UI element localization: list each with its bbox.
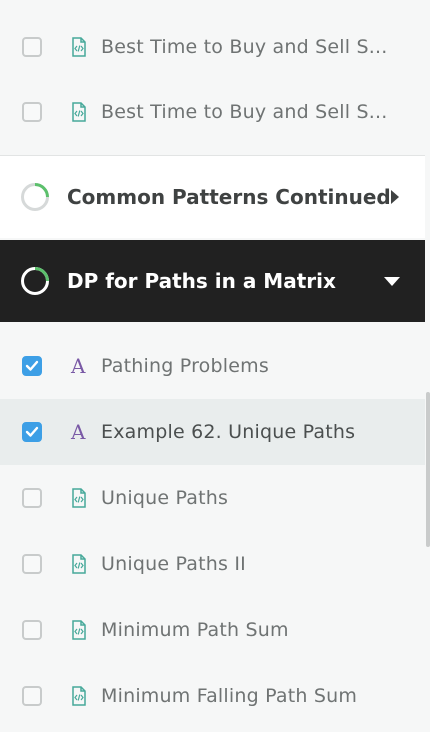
chevron-right-icon[interactable] (389, 189, 401, 205)
code-file-icon (72, 686, 86, 706)
item-label: Example 62. Unique Paths (101, 421, 356, 443)
checkbox-checked[interactable] (22, 356, 42, 376)
code-file-icon (72, 37, 86, 57)
checkbox-checked[interactable] (22, 422, 42, 442)
section-header-common-patterns[interactable]: Common Patterns Continued (0, 155, 425, 238)
item-label: Best Time to Buy and Sell S... (101, 36, 388, 58)
article-icon: A (71, 420, 86, 444)
list-item[interactable]: Minimum Falling Path Sum (0, 663, 425, 729)
chevron-down-icon[interactable] (383, 275, 401, 287)
check-icon (25, 426, 39, 437)
progress-ring-icon (21, 183, 49, 211)
checkbox[interactable] (22, 554, 42, 574)
list-item[interactable]: A Pathing Problems (0, 333, 425, 399)
list-item[interactable]: Best Time to Buy and Sell S... (0, 79, 425, 145)
item-label: Best Time to Buy and Sell S... (101, 101, 388, 123)
code-file-icon (72, 488, 86, 508)
code-file-icon (72, 620, 86, 640)
code-file-icon (72, 554, 86, 574)
section-title: Common Patterns Continued (67, 185, 391, 209)
section-title: DP for Paths in a Matrix (67, 269, 336, 293)
checkbox[interactable] (22, 102, 42, 122)
list-item-active[interactable]: A Example 62. Unique Paths (0, 399, 425, 465)
checkbox[interactable] (22, 37, 42, 57)
item-label: Unique Paths II (101, 553, 246, 575)
list-item[interactable]: Unique Paths II (0, 531, 425, 597)
checkbox[interactable] (22, 620, 42, 640)
checkbox[interactable] (22, 686, 42, 706)
list-item[interactable]: Unique Paths (0, 465, 425, 531)
checkbox[interactable] (22, 488, 42, 508)
scrollbar-thumb[interactable] (426, 392, 430, 547)
list-item[interactable]: Minimum Path Sum (0, 597, 425, 663)
list-item[interactable]: Best Time to Buy and Sell S... (0, 14, 425, 80)
check-icon (25, 360, 39, 371)
item-label: Minimum Falling Path Sum (101, 685, 358, 707)
section-header-dp-paths[interactable]: DP for Paths in a Matrix (0, 240, 425, 322)
item-label: Pathing Problems (101, 355, 269, 377)
code-file-icon (72, 102, 86, 122)
progress-ring-icon (21, 267, 49, 295)
article-icon: A (71, 354, 86, 378)
item-label: Unique Paths (101, 487, 229, 509)
item-label: Minimum Path Sum (101, 619, 289, 641)
